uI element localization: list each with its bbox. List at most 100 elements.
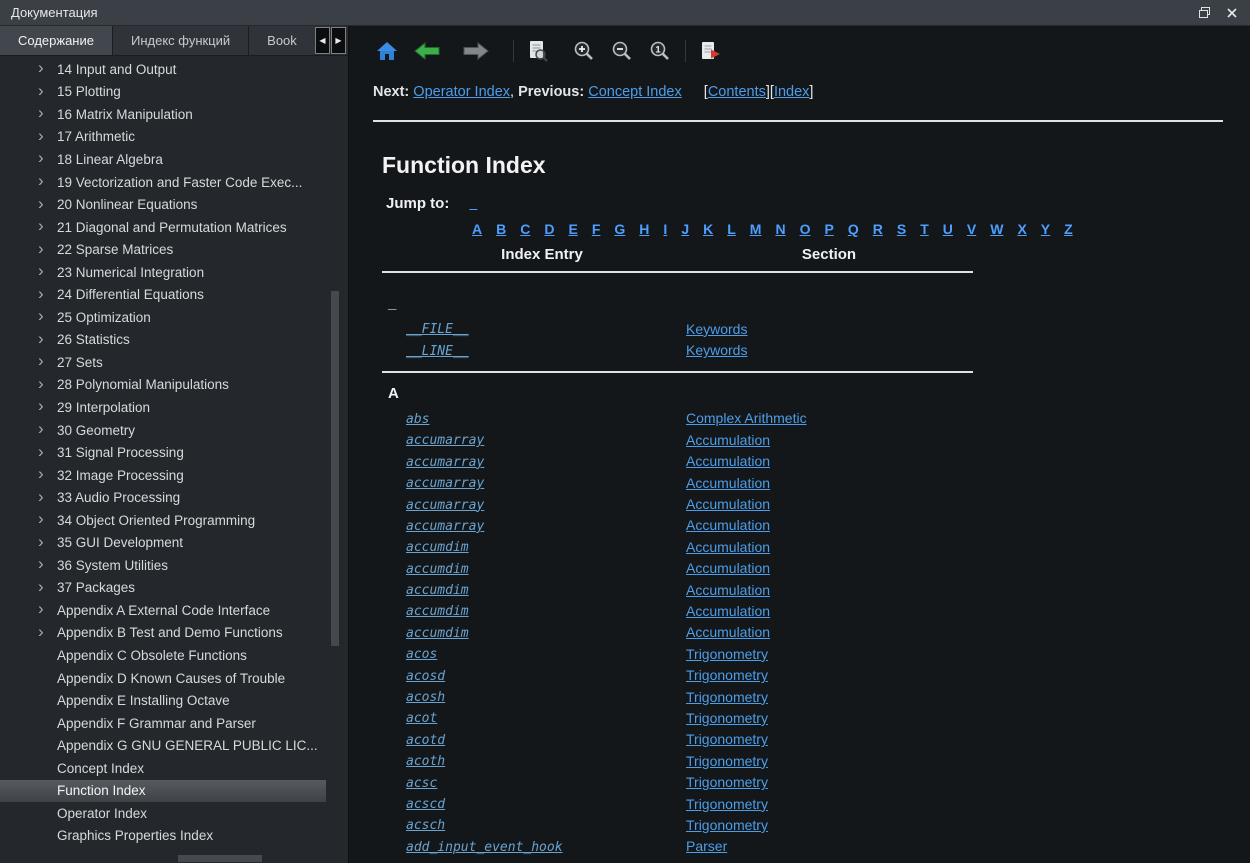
section-link[interactable]: Accumulation — [686, 453, 770, 469]
tree-item[interactable]: › 16 Matrix Manipulation — [0, 103, 326, 126]
section-link[interactable]: Accumulation — [686, 432, 770, 448]
tree-item[interactable]: › 35 GUI Development — [0, 531, 326, 554]
chevron-right-icon[interactable]: › — [38, 329, 44, 349]
tree-item[interactable]: › 19 Vectorization and Faster Code Exec.… — [0, 171, 326, 194]
chevron-right-icon[interactable]: › — [38, 622, 44, 642]
tree-item[interactable]: › 32 Image Processing — [0, 464, 326, 487]
section-link[interactable]: Trigonometry — [686, 753, 768, 769]
tree-item[interactable]: › 18 Linear Algebra — [0, 148, 326, 171]
tree-item[interactable]: › 31 Signal Processing — [0, 441, 326, 464]
letter-link[interactable]: V — [967, 221, 976, 237]
section-link[interactable]: Trigonometry — [686, 817, 768, 833]
letter-link[interactable]: B — [496, 221, 506, 237]
chevron-right-icon[interactable]: › — [38, 261, 44, 281]
section-link[interactable]: Trigonometry — [686, 689, 768, 705]
tree-item[interactable]: › 34 Object Oriented Programming — [0, 509, 326, 532]
tree-item[interactable]: › Appendix D Known Causes of Trouble — [0, 667, 326, 690]
tree-item[interactable]: › 28 Polynomial Manipulations — [0, 374, 326, 397]
function-link[interactable]: accumdim — [406, 604, 469, 619]
chevron-right-icon[interactable]: › — [38, 419, 44, 439]
find-in-page-icon[interactable] — [527, 40, 549, 62]
chevron-right-icon[interactable]: › — [38, 238, 44, 258]
function-link[interactable]: acoth — [406, 754, 445, 769]
letter-link[interactable]: H — [639, 221, 649, 237]
chevron-right-icon[interactable]: › — [38, 396, 44, 416]
letter-link[interactable]: A — [472, 221, 482, 237]
chevron-right-icon[interactable]: › — [38, 171, 44, 191]
tree-item[interactable]: › 24 Differential Equations — [0, 283, 326, 306]
tree-item[interactable]: › Appendix F Grammar and Parser — [0, 712, 326, 735]
chevron-right-icon[interactable]: › — [38, 193, 44, 213]
section-link[interactable]: Accumulation — [686, 582, 770, 598]
chevron-right-icon[interactable]: › — [38, 284, 44, 304]
tree-item[interactable]: › 15 Plotting — [0, 81, 326, 104]
section-link[interactable]: Accumulation — [686, 603, 770, 619]
letter-link[interactable]: W — [990, 221, 1003, 237]
tree-item[interactable]: › 33 Audio Processing — [0, 486, 326, 509]
letter-link[interactable]: C — [520, 221, 530, 237]
section-link[interactable]: Trigonometry — [686, 774, 768, 790]
tree-item[interactable]: › Operator Index — [0, 802, 326, 825]
letter-link[interactable]: T — [920, 221, 929, 237]
chevron-right-icon[interactable]: › — [38, 126, 44, 146]
section-link[interactable]: Accumulation — [686, 624, 770, 640]
function-link[interactable]: accumdim — [406, 540, 469, 555]
letter-link[interactable]: D — [544, 221, 554, 237]
tree-item[interactable]: › 17 Arithmetic — [0, 126, 326, 149]
chevron-right-icon[interactable]: › — [38, 464, 44, 484]
tree-item[interactable]: › 26 Statistics — [0, 329, 326, 352]
function-link[interactable]: acsc — [406, 776, 437, 791]
letter-link[interactable]: O — [800, 221, 811, 237]
letter-link[interactable]: Z — [1064, 221, 1073, 237]
sidebar-tab[interactable]: Содержание — [0, 26, 113, 55]
section-link[interactable]: Trigonometry — [686, 667, 768, 683]
chevron-right-icon[interactable]: › — [38, 577, 44, 597]
tree-item[interactable]: › 30 Geometry — [0, 419, 326, 442]
next-link[interactable]: Operator Index — [413, 84, 510, 100]
tree-item[interactable]: › 27 Sets — [0, 351, 326, 374]
section-link[interactable]: Keywords — [686, 342, 747, 358]
zoom-in-icon[interactable] — [573, 40, 595, 62]
tree-item[interactable]: › Appendix E Installing Octave — [0, 689, 326, 712]
letter-link[interactable]: Y — [1041, 221, 1050, 237]
tree-item[interactable]: › 21 Diagonal and Permutation Matrices — [0, 216, 326, 239]
chevron-right-icon[interactable]: › — [38, 148, 44, 168]
letter-link[interactable]: G — [614, 221, 625, 237]
letter-link[interactable]: I — [663, 221, 667, 237]
sidebar-horizontal-scrollbar[interactable] — [178, 855, 262, 862]
letter-link[interactable]: Q — [848, 221, 859, 237]
letter-link[interactable]: N — [775, 221, 785, 237]
function-link[interactable]: accumdim — [406, 626, 469, 641]
tree-item[interactable]: › 14 Input and Output — [0, 58, 326, 81]
function-link[interactable]: accumarray — [406, 498, 484, 513]
function-link[interactable]: acosh — [406, 690, 445, 705]
section-link[interactable]: Complex Arithmetic — [686, 410, 807, 426]
function-link[interactable]: __LINE__ — [406, 344, 469, 359]
chevron-right-icon[interactable]: › — [38, 374, 44, 394]
zoom-original-icon[interactable]: 1 — [649, 40, 671, 62]
letter-link[interactable]: X — [1017, 221, 1026, 237]
letter-link[interactable]: J — [681, 221, 689, 237]
tree-item[interactable]: › Function Index — [0, 780, 326, 803]
sidebar-vertical-scrollbar[interactable] — [331, 291, 339, 646]
section-link[interactable]: Trigonometry — [686, 796, 768, 812]
letter-link[interactable]: S — [897, 221, 906, 237]
chevron-right-icon[interactable]: › — [38, 554, 44, 574]
function-link[interactable]: accumarray — [406, 519, 484, 534]
function-link[interactable]: __FILE__ — [406, 322, 469, 337]
previous-link[interactable]: Concept Index — [588, 84, 682, 100]
index-link[interactable]: Index — [774, 84, 809, 100]
letter-link[interactable]: K — [703, 221, 713, 237]
function-link[interactable]: acot — [406, 711, 437, 726]
home-icon[interactable] — [376, 41, 398, 61]
function-link[interactable]: abs — [406, 412, 429, 427]
chevron-right-icon[interactable]: › — [38, 351, 44, 371]
section-link[interactable]: Parser — [686, 838, 727, 854]
tree-item[interactable]: › Appendix G GNU GENERAL PUBLIC LIC... — [0, 734, 326, 757]
function-link[interactable]: accumarray — [406, 455, 484, 470]
back-icon[interactable] — [414, 42, 440, 60]
chevron-right-icon[interactable]: › — [38, 441, 44, 461]
function-link[interactable]: acotd — [406, 733, 445, 748]
bookmark-page-icon[interactable] — [699, 40, 722, 62]
section-link[interactable]: Accumulation — [686, 560, 770, 576]
